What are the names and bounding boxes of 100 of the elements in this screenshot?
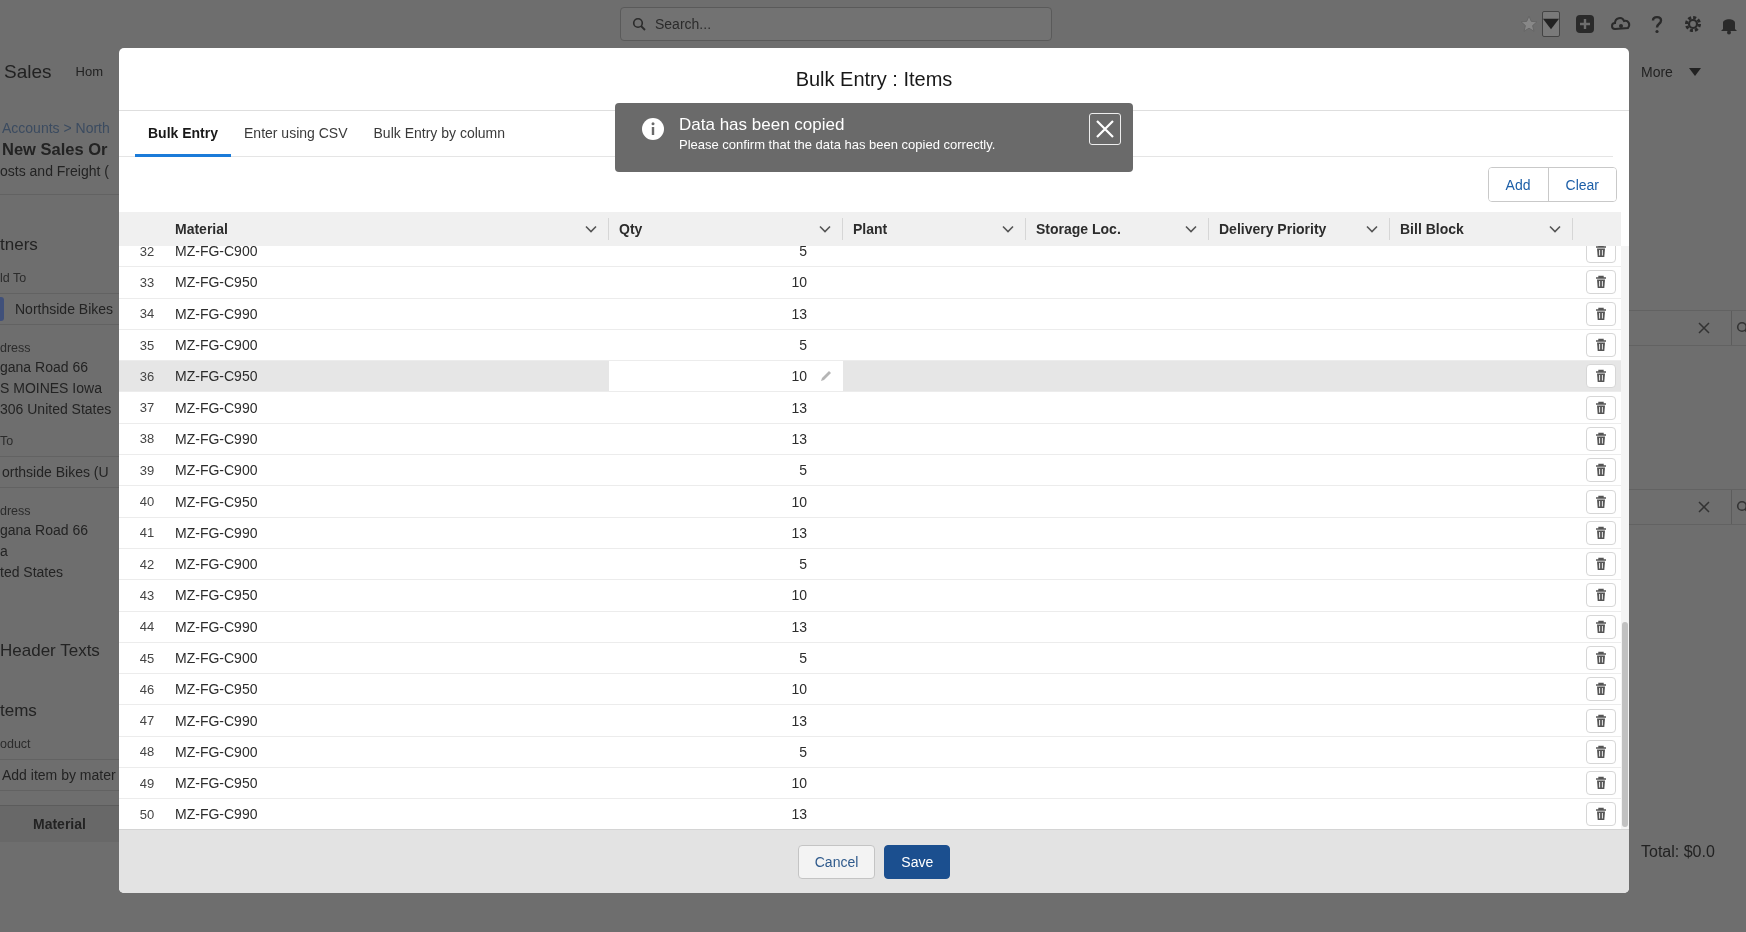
caret-icon[interactable]: [1688, 67, 1701, 76]
lookup-field[interactable]: [1629, 310, 1746, 346]
delete-button[interactable]: [1586, 552, 1616, 577]
row-number: 50: [138, 807, 156, 822]
column-header: Plant: [853, 221, 888, 237]
table-row[interactable]: 39 MZ-FG-C900 5: [119, 455, 1621, 487]
table-row[interactable]: 33 MZ-FG-C950 10: [119, 267, 1621, 299]
trash-icon: [1594, 275, 1608, 290]
trash-icon: [1594, 525, 1608, 540]
table-cell-text: MZ-FG-C950: [175, 775, 259, 792]
table-cell: 13: [791, 524, 807, 541]
trash-icon: [1594, 651, 1608, 665]
clear-icon[interactable]: [1697, 321, 1711, 335]
row-number: 38: [138, 431, 156, 447]
settings-icon[interactable]: [1682, 13, 1704, 35]
clear-icon[interactable]: [1697, 500, 1711, 514]
close-button[interactable]: [1089, 113, 1121, 145]
delete-button[interactable]: [1586, 458, 1616, 483]
row-number: 46: [138, 681, 156, 697]
row-number: 37: [138, 400, 156, 416]
table-cell-text: MZ-FG-C990: [175, 618, 259, 635]
table-row[interactable]: 43 MZ-FG-C950 10: [119, 580, 1621, 612]
table-cell-text: MZ-FG-C950: [175, 368, 259, 385]
trash-icon: [1594, 306, 1608, 321]
delete-button[interactable]: [1586, 395, 1616, 420]
field-value: 306 United States: [0, 401, 113, 418]
row-number: 34: [138, 306, 156, 322]
table-cell-text: MZ-FG-C990: [175, 524, 259, 541]
table-cell-text: MZ-FG-C950: [175, 681, 259, 698]
section-heading: tners: [0, 235, 39, 255]
lookup-field[interactable]: [1629, 489, 1746, 525]
table-row[interactable]: 49 MZ-FG-C950 10: [119, 768, 1621, 800]
trash-icon: [1594, 588, 1608, 603]
table-row[interactable]: 46 MZ-FG-C950 10: [119, 674, 1621, 706]
save-button[interactable]: Save: [884, 844, 951, 879]
row-number: 48: [138, 744, 156, 760]
trash-icon: [1594, 369, 1608, 384]
table-cell: 10: [791, 493, 807, 510]
table-cell: 10: [791, 587, 807, 604]
table-cell: 13: [791, 806, 807, 823]
table-row[interactable]: 36 MZ-FG-C950 10: [119, 361, 1621, 393]
table-cell-text: MZ-FG-C900: [175, 743, 259, 760]
delete-button[interactable]: [1586, 739, 1616, 764]
field-value: S MOINES Iowa: [0, 380, 103, 397]
table-cell-text: MZ-FG-C950: [175, 493, 259, 510]
search-icon: [632, 17, 646, 31]
delete-button[interactable]: [1586, 802, 1616, 827]
star-icon[interactable]: [1518, 13, 1540, 35]
table-cell: 5: [799, 556, 807, 573]
table-cell: 13: [791, 305, 807, 322]
row-number: 47: [138, 713, 156, 729]
search-field[interactable]: Search...: [620, 7, 1052, 41]
table-cell: 10: [791, 274, 807, 291]
row-number: 39: [138, 462, 156, 478]
scrollbar[interactable]: [1621, 246, 1629, 829]
tab[interactable]: Enter using CSV: [231, 111, 361, 157]
action-button[interactable]: Clear: [1547, 168, 1616, 201]
row-number: 42: [138, 556, 156, 572]
row-number: 40: [138, 494, 156, 509]
row-number: 33: [138, 274, 156, 290]
column-header: Material: [0, 805, 119, 842]
delete-button[interactable]: [1586, 677, 1616, 702]
delete-button[interactable]: [1586, 771, 1616, 796]
tab[interactable]: Bulk Entry: [135, 111, 231, 157]
delete-button[interactable]: [1586, 364, 1616, 389]
app-name: Sales: [4, 60, 52, 83]
delete-button[interactable]: [1586, 489, 1616, 514]
delete-button[interactable]: [1586, 301, 1616, 326]
total-amount: Total: $0.0: [1640, 843, 1716, 861]
info-icon: [641, 117, 665, 141]
section-heading: tems: [0, 701, 38, 721]
search-icon[interactable]: [1736, 500, 1746, 514]
field-label: ld To: [0, 271, 28, 285]
dropdown-button[interactable]: [1542, 11, 1560, 37]
modal-title: Bulk Entry : Items: [795, 67, 953, 91]
table-row[interactable]: 32 MZ-FG-C900 5: [119, 246, 1621, 268]
delete-button[interactable]: [1586, 520, 1616, 545]
table-cell-text: MZ-FG-C990: [175, 806, 259, 823]
delete-button[interactable]: [1586, 246, 1616, 264]
delete-button[interactable]: [1586, 270, 1616, 295]
delete-button[interactable]: [1586, 646, 1616, 670]
delete-button[interactable]: [1586, 583, 1616, 608]
cancel-button[interactable]: Cancel: [797, 844, 876, 879]
record-title: New Sales Or: [1, 140, 109, 159]
table-cell: 10: [791, 368, 807, 385]
trash-icon: [1594, 744, 1608, 759]
table-cell-text: MZ-FG-C950: [175, 587, 259, 604]
table-cell: 10: [791, 775, 807, 792]
table-cell: 5: [799, 337, 807, 354]
delete-button[interactable]: [1586, 708, 1616, 733]
delete-button[interactable]: [1586, 426, 1616, 451]
field-value: a: [0, 543, 9, 560]
table-cell: 13: [791, 430, 807, 447]
delete-button[interactable]: [1586, 333, 1616, 358]
tab[interactable]: Bulk Entry by column: [360, 111, 518, 157]
trash-icon: [1594, 246, 1608, 259]
add-icon[interactable]: [1574, 13, 1596, 35]
column-header: Bill Block: [1400, 221, 1464, 237]
search-icon[interactable]: [1736, 321, 1746, 335]
delete-button[interactable]: [1586, 614, 1616, 639]
